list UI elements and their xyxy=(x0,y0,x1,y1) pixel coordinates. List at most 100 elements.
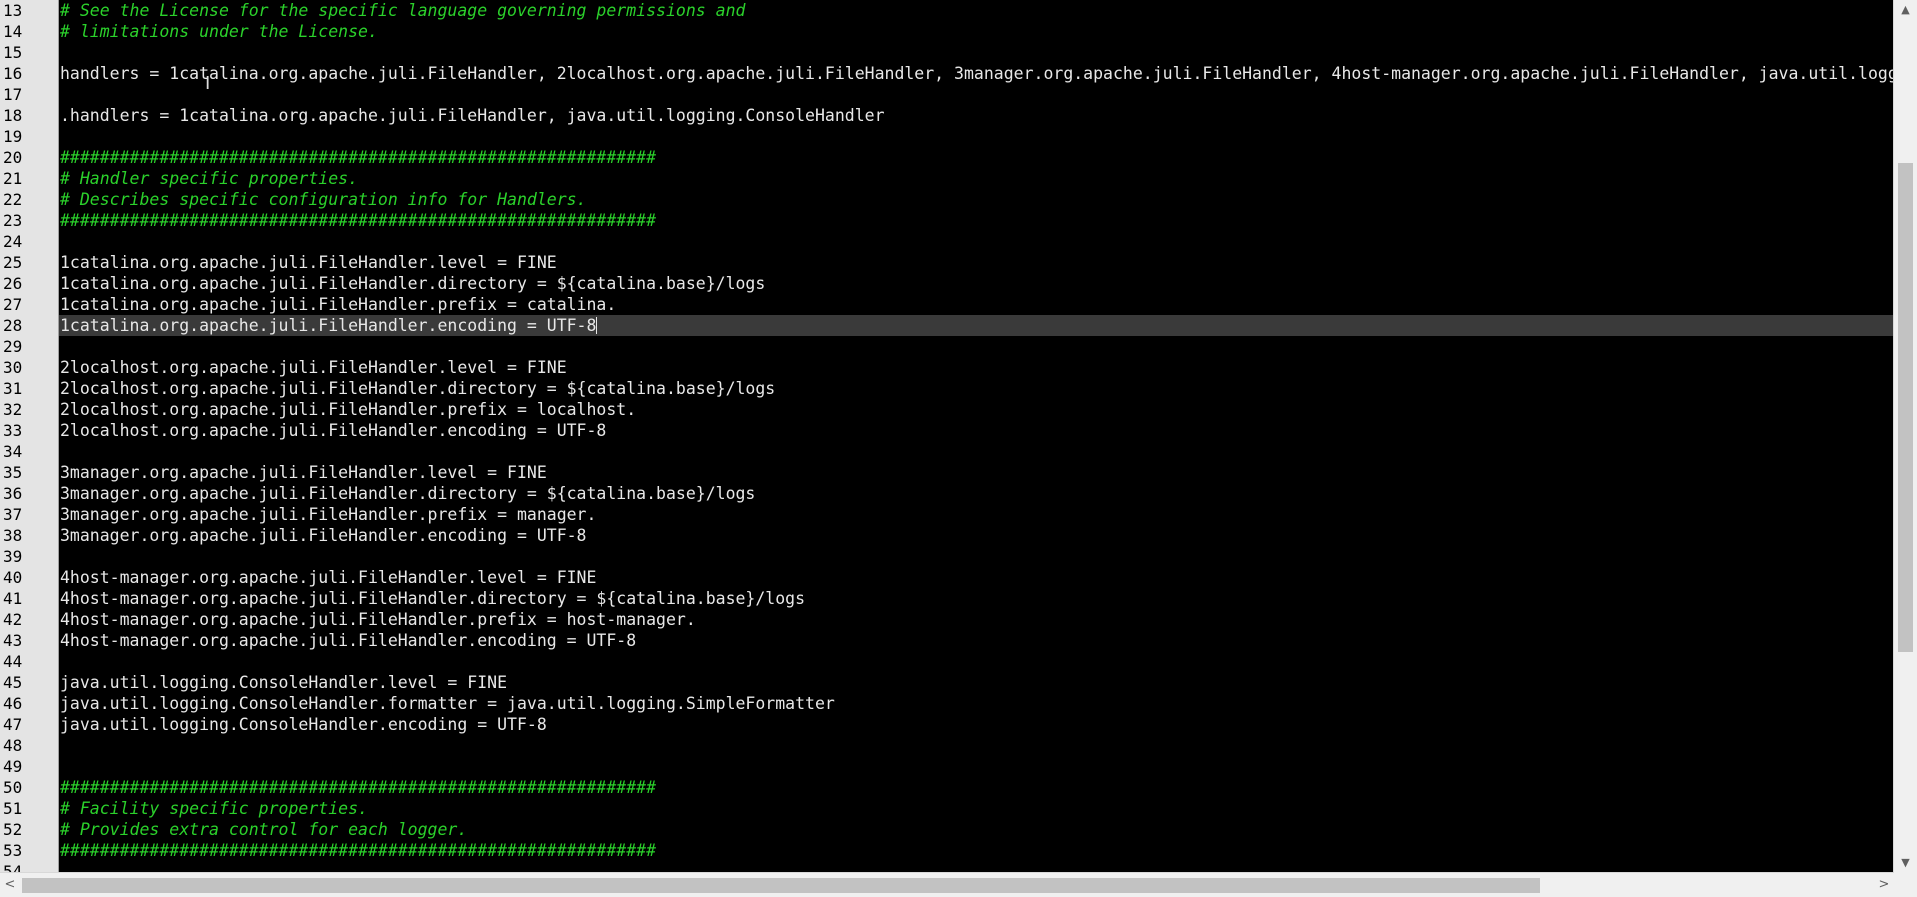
code-line[interactable]: 4host-manager.org.apache.juli.FileHandle… xyxy=(59,630,1893,651)
code-line[interactable]: 1catalina.org.apache.juli.FileHandler.di… xyxy=(59,273,1893,294)
code-line-text: 1catalina.org.apache.juli.FileHandler.di… xyxy=(60,274,766,293)
horizontal-scroll-thumb[interactable] xyxy=(22,878,1540,893)
code-line-text: 2localhost.org.apache.juli.FileHandler.d… xyxy=(60,379,776,398)
code-line[interactable] xyxy=(59,546,1893,567)
line-number: 35 xyxy=(3,463,23,482)
scroll-up-button[interactable]: ▲ xyxy=(1894,0,1917,20)
code-line[interactable]: 4host-manager.org.apache.juli.FileHandle… xyxy=(59,609,1893,630)
code-line[interactable]: 1catalina.org.apache.juli.FileHandler.le… xyxy=(59,252,1893,273)
code-line-text: ########################################… xyxy=(60,778,657,797)
code-line[interactable] xyxy=(59,735,1893,756)
code-line-text: 4host-manager.org.apache.juli.FileHandle… xyxy=(60,589,806,608)
code-line-text: ########################################… xyxy=(60,841,657,860)
code-line-text: 2localhost.org.apache.juli.FileHandler.e… xyxy=(60,421,607,440)
code-line[interactable]: java.util.logging.ConsoleHandler.formatt… xyxy=(59,693,1893,714)
scroll-down-button[interactable]: ▼ xyxy=(1894,853,1917,873)
code-line-text: 4host-manager.org.apache.juli.FileHandle… xyxy=(60,610,696,629)
code-line[interactable] xyxy=(59,756,1893,777)
code-line-text: 3manager.org.apache.juli.FileHandler.lev… xyxy=(60,463,547,482)
code-line-text: 3manager.org.apache.juli.FileHandler.pre… xyxy=(60,505,597,524)
line-number: 21 xyxy=(3,169,23,188)
line-number: 53 xyxy=(3,841,23,860)
code-line[interactable]: # Provides extra control for each logger… xyxy=(59,819,1893,840)
code-line[interactable]: # limitations under the License. xyxy=(59,21,1893,42)
code-line-text: 1catalina.org.apache.juli.FileHandler.en… xyxy=(60,316,597,335)
code-line-text: # Facility specific properties. xyxy=(60,799,368,818)
code-line[interactable]: 4host-manager.org.apache.juli.FileHandle… xyxy=(59,588,1893,609)
code-line[interactable]: ########################################… xyxy=(59,840,1893,861)
text-editor[interactable]: 13 14 15 16 17 18 19 20 21 22 23 24 25 26 27 28 29 30 31 32… xyxy=(0,0,1917,897)
line-number: 34 xyxy=(3,442,23,461)
code-line[interactable] xyxy=(59,42,1893,63)
vertical-scroll-thumb[interactable] xyxy=(1898,163,1913,652)
line-number: 15 xyxy=(3,43,23,62)
code-line[interactable]: ########################################… xyxy=(59,210,1893,231)
scroll-right-button[interactable]: > xyxy=(1874,873,1894,897)
code-line[interactable]: 2localhost.org.apache.juli.FileHandler.p… xyxy=(59,399,1893,420)
code-line[interactable]: .handlers = 1catalina.org.apache.juli.Fi… xyxy=(59,105,1893,126)
code-line[interactable]: handlers = 1catalina.org.apache.juli.Fil… xyxy=(59,63,1893,84)
code-area[interactable]: # See the License for the specific langu… xyxy=(59,0,1893,873)
vertical-scrollbar[interactable]: ▲ ▼ xyxy=(1893,0,1917,873)
line-number: 39 xyxy=(3,547,23,566)
code-line[interactable]: 3manager.org.apache.juli.FileHandler.lev… xyxy=(59,462,1893,483)
line-number: 20 xyxy=(3,148,23,167)
code-line[interactable]: 3manager.org.apache.juli.FileHandler.dir… xyxy=(59,483,1893,504)
code-line[interactable] xyxy=(59,441,1893,462)
code-line-text: # limitations under the License. xyxy=(60,22,378,41)
code-line[interactable]: # Handler specific properties. xyxy=(59,168,1893,189)
code-line[interactable]: 4host-manager.org.apache.juli.FileHandle… xyxy=(59,567,1893,588)
code-line-text: .handlers = 1catalina.org.apache.juli.Fi… xyxy=(60,106,885,125)
line-number: 19 xyxy=(3,127,23,146)
line-number: 51 xyxy=(3,799,23,818)
line-number: 41 xyxy=(3,589,23,608)
code-line[interactable]: ########################################… xyxy=(59,777,1893,798)
line-number: 30 xyxy=(3,358,23,377)
code-line[interactable] xyxy=(59,651,1893,672)
line-number-gutter: 13 14 15 16 17 18 19 20 21 22 23 24 25 26 27 28 29 30 31 32… xyxy=(0,0,59,873)
line-number: 24 xyxy=(3,232,23,251)
code-line-text: # Provides extra control for each logger… xyxy=(60,820,468,839)
line-number: 49 xyxy=(3,757,23,776)
line-number: 40 xyxy=(3,568,23,587)
code-line-text: 2localhost.org.apache.juli.FileHandler.p… xyxy=(60,400,637,419)
line-number: 50 xyxy=(3,778,23,797)
line-number: 47 xyxy=(3,715,23,734)
line-number: 18 xyxy=(3,106,23,125)
code-line[interactable]: ########################################… xyxy=(59,147,1893,168)
code-line[interactable]: java.util.logging.ConsoleHandler.encodin… xyxy=(59,714,1893,735)
line-number: 37 xyxy=(3,505,23,524)
line-number: 14 xyxy=(3,22,23,41)
line-number: 27 xyxy=(3,295,23,314)
line-number: 38 xyxy=(3,526,23,545)
code-line[interactable]: # Describes specific configuration info … xyxy=(59,189,1893,210)
code-line-text: 3manager.org.apache.juli.FileHandler.enc… xyxy=(60,526,587,545)
code-line[interactable]: # Facility specific properties. xyxy=(59,798,1893,819)
scroll-left-button[interactable]: < xyxy=(0,873,20,897)
text-caret xyxy=(596,317,598,334)
code-line[interactable] xyxy=(59,84,1893,105)
code-line[interactable]: 3manager.org.apache.juli.FileHandler.pre… xyxy=(59,504,1893,525)
code-line[interactable]: # See the License for the specific langu… xyxy=(59,0,1893,21)
code-line[interactable]: java.util.logging.ConsoleHandler.level =… xyxy=(59,672,1893,693)
code-line[interactable] xyxy=(59,231,1893,252)
code-line[interactable]: 2localhost.org.apache.juli.FileHandler.d… xyxy=(59,378,1893,399)
code-line[interactable] xyxy=(59,336,1893,357)
scrollbar-corner xyxy=(1894,873,1917,897)
horizontal-scrollbar[interactable]: < > xyxy=(0,872,1894,897)
code-line-text: 1catalina.org.apache.juli.FileHandler.pr… xyxy=(60,295,617,314)
code-line-current[interactable]: 1catalina.org.apache.juli.FileHandler.en… xyxy=(59,315,1893,336)
code-line[interactable]: 1catalina.org.apache.juli.FileHandler.pr… xyxy=(59,294,1893,315)
line-number: 17 xyxy=(3,85,23,104)
code-line-text: 4host-manager.org.apache.juli.FileHandle… xyxy=(60,568,597,587)
line-number: 36 xyxy=(3,484,23,503)
code-line-text: ########################################… xyxy=(60,211,657,230)
code-line-text: handlers = 1catalina.org.apache.juli.Fil… xyxy=(60,64,1893,83)
line-number: 48 xyxy=(3,736,23,755)
code-line[interactable]: 2localhost.org.apache.juli.FileHandler.e… xyxy=(59,420,1893,441)
code-line[interactable]: 3manager.org.apache.juli.FileHandler.enc… xyxy=(59,525,1893,546)
line-number: 43 xyxy=(3,631,23,650)
code-line[interactable] xyxy=(59,126,1893,147)
code-line[interactable]: 2localhost.org.apache.juli.FileHandler.l… xyxy=(59,357,1893,378)
line-number: 33 xyxy=(3,421,23,440)
